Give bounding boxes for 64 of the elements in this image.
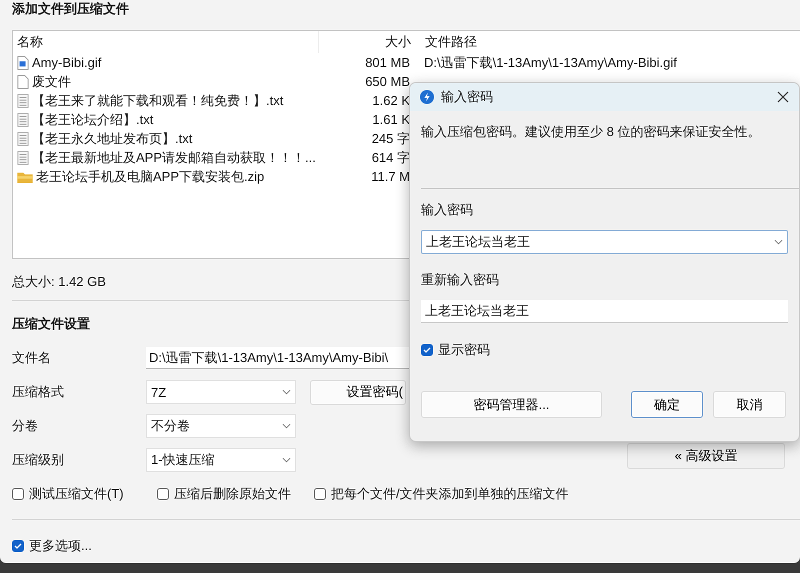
total-size: 总大小: 1.42 GB: [12, 273, 106, 291]
checkbox-label: 更多选项...: [29, 537, 92, 555]
field-label: 重新输入密码: [421, 271, 500, 289]
checkbox-label: 压缩后删除原始文件: [174, 485, 291, 503]
chevron-down-icon: [282, 389, 291, 395]
field-label: 分卷: [12, 417, 39, 435]
file-icon: [17, 74, 29, 88]
app-icon: [420, 90, 434, 104]
field-label: 文件名: [12, 349, 52, 367]
checkbox[interactable]: [12, 488, 24, 500]
window-title: 添加文件到压缩文件: [12, 0, 130, 18]
checkbox-label: 把每个文件/文件夹添加到单独的压缩文件: [331, 485, 569, 503]
folder-archive-icon: [17, 170, 33, 182]
image-file-icon: [17, 56, 29, 70]
file-path: D:\迅雷下载\1-13Amy\1-13Amy\Amy-Bibi.gif: [423, 54, 677, 72]
file-size: 11.7 M: [370, 168, 410, 186]
text-file-icon: [17, 94, 29, 108]
close-icon[interactable]: [777, 91, 789, 103]
column-header[interactable]: 文件路径: [411, 31, 477, 53]
file-name: 【老王论坛介绍】.txt: [32, 111, 154, 129]
dialog-title: 输入密码: [441, 88, 494, 106]
text-file-icon: [17, 132, 29, 146]
dialog-message: 输入压缩包密码。建议使用至少 8 位的密码来保证安全性。: [421, 123, 762, 141]
text-file-icon: [17, 150, 29, 164]
dialog-button[interactable]: 取消: [713, 391, 786, 418]
file-size: 1.62 K: [371, 92, 410, 110]
password-field[interactable]: 上老王论坛当老王: [421, 230, 788, 254]
column-header[interactable]: 名称: [17, 31, 319, 53]
dropdown[interactable]: 1-快速压缩: [146, 448, 296, 472]
checkbox[interactable]: [421, 344, 433, 356]
chevron-down-icon: [282, 423, 291, 429]
confirm-password-field[interactable]: 上老王论坛当老王: [421, 300, 788, 323]
chevron-down-icon: [282, 457, 291, 463]
file-size: 650 MB: [364, 73, 410, 91]
file-size: 1.61 K: [371, 111, 410, 129]
text-file-icon: [17, 112, 29, 126]
file-name: 废文件: [32, 73, 71, 91]
advanced-settings-button[interactable]: « 高级设置: [627, 443, 785, 469]
file-size: 245 字: [370, 130, 410, 148]
dialog-button[interactable]: 确定: [631, 391, 703, 418]
field-label: 压缩级别: [12, 451, 65, 469]
section-heading: 压缩文件设置: [12, 315, 91, 333]
set-password-button[interactable]: 设置密码(: [310, 380, 406, 404]
checkbox-label: 显示密码: [438, 341, 490, 359]
file-size: 614 字: [370, 149, 410, 167]
field-label: 压缩格式: [12, 383, 65, 401]
dropdown[interactable]: 7Z: [146, 380, 296, 404]
column-header[interactable]: 大小: [319, 31, 411, 53]
checkmark-icon: [13, 541, 23, 551]
dropdown[interactable]: 不分卷: [146, 414, 296, 438]
file-name: 【老王来了就能下载和观看！纯免费！】.txt: [32, 92, 284, 110]
checkbox-label: 测试压缩文件(T): [29, 485, 124, 503]
file-name: 【老王永久地址发布页】.txt: [32, 130, 192, 148]
checkbox[interactable]: [12, 540, 24, 552]
chevron-down-icon: [774, 239, 783, 245]
file-size: 801 MB: [364, 54, 410, 72]
field-label: 输入密码: [421, 201, 474, 219]
checkmark-icon: [422, 345, 432, 355]
file-name: 老王论坛手机及电脑APP下载安装包.zip: [36, 168, 264, 186]
file-name: 【老王最新地址及APP请发邮箱自动获取！！！...: [32, 149, 316, 167]
checkbox[interactable]: [157, 488, 169, 500]
file-name: Amy-Bibi.gif: [32, 54, 102, 72]
dialog-button[interactable]: 密码管理器...: [421, 391, 602, 418]
checkbox[interactable]: [314, 488, 326, 500]
